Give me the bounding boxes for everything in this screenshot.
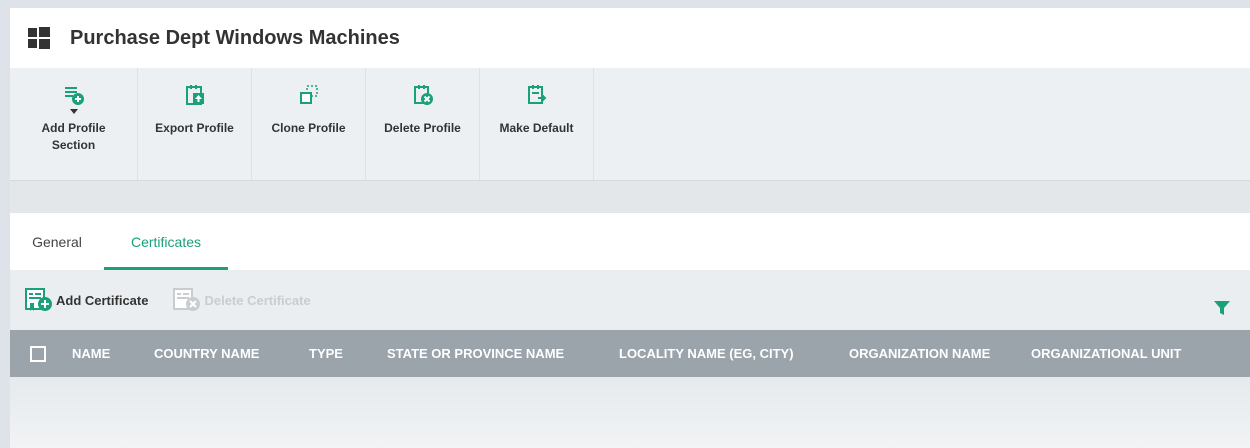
export-icon xyxy=(185,85,204,105)
export-profile-label: Export Profile xyxy=(155,121,234,135)
add-section-icon xyxy=(64,87,84,105)
make-default-label: Make Default xyxy=(499,121,574,135)
section-divider xyxy=(10,181,1250,213)
filter-icon[interactable] xyxy=(1214,300,1230,316)
delete-certificate-label: Delete Certificate xyxy=(204,292,311,308)
delete-certificate-icon xyxy=(173,288,201,311)
certificate-actions-bar: Add Certificate Delete Certificate xyxy=(10,270,1250,330)
column-header-organizational-unit[interactable]: ORGANIZATIONAL UNIT xyxy=(1031,346,1181,361)
tab-general[interactable]: General xyxy=(10,213,104,270)
add-certificate-icon xyxy=(25,288,52,311)
title-bar: Purchase Dept Windows Machines xyxy=(10,8,1250,68)
toolbar: Add Profile Section Export Profile Clone… xyxy=(10,68,1250,181)
clone-icon xyxy=(299,85,318,104)
page-title: Purchase Dept Windows Machines xyxy=(70,26,400,49)
column-header-type[interactable]: TYPE xyxy=(309,346,387,361)
delete-profile-button[interactable]: Delete Profile xyxy=(366,68,480,180)
delete-profile-label: Delete Profile xyxy=(384,121,461,135)
make-default-button[interactable]: Make Default xyxy=(480,68,594,180)
clone-profile-label: Clone Profile xyxy=(271,121,346,135)
add-certificate-label: Add Certificate xyxy=(56,292,149,308)
column-header-country-name[interactable]: COUNTRY NAME xyxy=(154,346,309,361)
clone-profile-button[interactable]: Clone Profile xyxy=(252,68,366,180)
add-certificate-button[interactable]: Add Certificate xyxy=(24,285,148,315)
delete-certificate-button[interactable]: Delete Certificate xyxy=(172,285,311,315)
chevron-down-icon xyxy=(69,109,78,114)
column-header-name[interactable]: NAME xyxy=(72,346,154,361)
profile-frame: Purchase Dept Windows Machines Add Profi… xyxy=(10,8,1250,448)
select-all-checkbox[interactable] xyxy=(30,345,46,362)
windows-logo-icon xyxy=(28,27,50,49)
table-body xyxy=(10,377,1250,448)
make-default-icon xyxy=(527,85,546,104)
add-profile-section-label: Add Profile Section xyxy=(41,121,106,152)
column-header-locality-name[interactable]: LOCALITY NAME (EG, CITY) xyxy=(619,346,849,361)
export-profile-button[interactable]: Export Profile xyxy=(138,68,252,180)
table-header: NAME COUNTRY NAME TYPE STATE OR PROVINCE… xyxy=(10,330,1250,377)
tab-bar: General Certificates xyxy=(10,213,1250,270)
tab-certificates[interactable]: Certificates xyxy=(104,213,228,270)
delete-profile-icon xyxy=(413,85,433,105)
add-profile-section-button[interactable]: Add Profile Section xyxy=(10,68,138,180)
column-header-state-or-province-name[interactable]: STATE OR PROVINCE NAME xyxy=(387,346,619,361)
column-header-organization-name[interactable]: ORGANIZATION NAME xyxy=(849,346,1031,361)
